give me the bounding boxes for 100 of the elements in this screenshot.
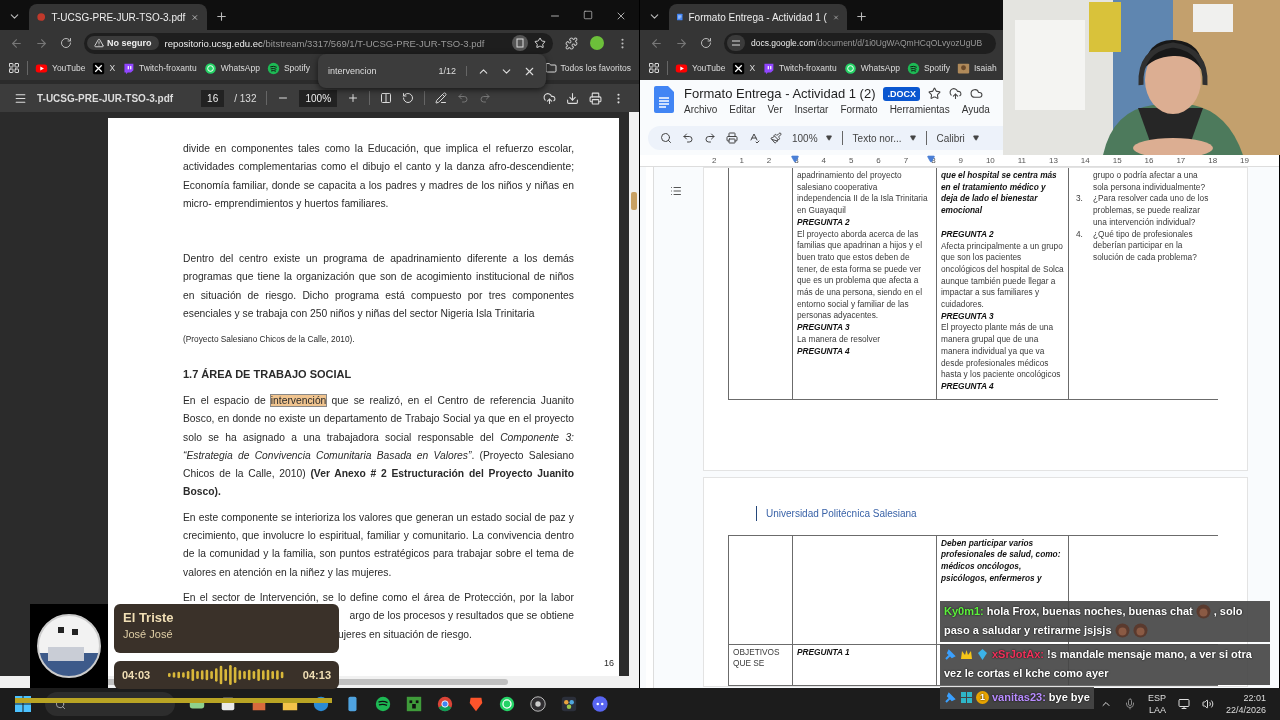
bookmark[interactable]: YouTube — [35, 61, 86, 75]
new-tab-icon[interactable] — [215, 10, 228, 23]
microphone-icon[interactable] — [1123, 698, 1136, 710]
page-header: Universidad Politécnica Salesiana — [756, 505, 1218, 521]
bookmark[interactable]: WhatsApp — [843, 61, 900, 75]
bookmark[interactable]: Isaiah — [956, 61, 997, 75]
menu-item[interactable]: Herramientas — [889, 104, 950, 115]
star-icon[interactable] — [928, 87, 941, 100]
emote-icon — [1195, 604, 1211, 619]
fit-page-icon[interactable] — [380, 92, 393, 104]
elapsed-time: 04:03 — [122, 669, 151, 681]
language-indicator[interactable]: ESP LAA — [1147, 692, 1166, 716]
forward-icon[interactable] — [35, 36, 48, 50]
caret-icon — [972, 135, 979, 141]
apps-icon[interactable] — [8, 62, 20, 74]
font-dropdown[interactable]: Calibri — [936, 132, 979, 144]
taskbar-app-icon[interactable] — [374, 695, 392, 713]
cloud-icon[interactable] — [970, 87, 983, 100]
indent-marker-icon[interactable] — [927, 155, 935, 163]
rotate-icon[interactable] — [402, 92, 415, 104]
maximize-icon[interactable] — [583, 10, 593, 20]
new-tab-icon[interactable] — [855, 10, 868, 23]
chat-text: , solo — [1213, 604, 1243, 619]
move-icon[interactable] — [949, 87, 962, 100]
draw-icon[interactable] — [435, 92, 448, 104]
zoom-dropdown[interactable]: 100% — [792, 132, 832, 144]
bookmark[interactable]: Spotify — [266, 61, 310, 75]
reload-icon[interactable] — [60, 37, 72, 49]
taskbar-app-icon[interactable] — [498, 695, 516, 713]
cell-text: grupo o podría afectar a una sola persona individualmente? — [1092, 170, 1207, 194]
address-field[interactable]: No seguro repositorio.ucsg.edu.ec/bitstream/3317/569/1/T-UCSG-PRE-JUR-TSO-3.pdf — [84, 32, 553, 54]
undo-icon[interactable] — [682, 132, 694, 144]
download-icon[interactable] — [566, 91, 579, 105]
zoom-field[interactable]: 100% — [299, 89, 338, 107]
menu-item[interactable]: Ayuda — [961, 104, 990, 115]
redo-icon[interactable] — [704, 132, 716, 144]
network-icon[interactable] — [1177, 698, 1190, 710]
find-field[interactable]: intervencion 1/12 — [328, 66, 467, 76]
address-field[interactable]: docs.google.com/document/d/1i0UgWAQmHCqOLvyozUgUB — [724, 32, 996, 54]
bookmark[interactable]: Twitch-froxantu — [762, 61, 837, 75]
style-dropdown[interactable]: Texto nor... — [852, 132, 916, 144]
print-icon[interactable] — [726, 132, 738, 144]
bookmark[interactable]: Twitch-froxantu — [122, 61, 197, 75]
search-icon[interactable] — [660, 132, 672, 144]
ruler-number: 14 — [1080, 156, 1090, 165]
close-icon[interactable] — [615, 10, 627, 22]
document-icon — [677, 11, 683, 23]
menu-item[interactable]: Insertar — [794, 104, 829, 115]
indent-marker-icon[interactable] — [791, 155, 799, 163]
page-field[interactable]: 16 — [201, 89, 225, 107]
question-label: PREGUNTA 4 — [797, 345, 851, 358]
document-title[interactable]: Formato Entrega - Actividad 1 (2) — [684, 86, 876, 101]
outline-icon[interactable] — [670, 185, 682, 197]
taskbar-app-icon[interactable] — [529, 695, 547, 713]
pin-icon — [944, 648, 957, 661]
paragraph: ujeres en situación de riesgo. — [337, 627, 473, 642]
section-heading: 1.7 ÁREA DE TRABAJO SOCIAL — [183, 366, 353, 382]
menu-icon[interactable] — [14, 91, 27, 105]
bookmark[interactable]: X — [92, 61, 116, 75]
menu-item[interactable]: Ver — [767, 104, 783, 115]
scrollbar[interactable] — [629, 112, 639, 676]
chat-username: xSrJotAx: — [992, 647, 1044, 662]
sound-waves-icon — [266, 61, 280, 75]
clock[interactable]: 22:01 22/4/2026 — [1225, 692, 1266, 716]
ruler-number: 5 — [848, 156, 854, 165]
bookmark[interactable]: WhatsApp — [203, 61, 260, 75]
print-icon[interactable] — [589, 91, 602, 105]
bookmark-star-icon[interactable] — [534, 37, 546, 49]
menu-item[interactable]: Editar — [729, 104, 756, 115]
spellcheck-icon[interactable] — [748, 132, 760, 144]
reload-icon[interactable] — [700, 37, 712, 49]
extensions-icon[interactable] — [565, 36, 578, 50]
thumbnail-icon — [956, 61, 970, 75]
site-settings-icon[interactable] — [727, 35, 745, 51]
grid-icon — [960, 691, 973, 704]
menu-item[interactable]: Archivo — [684, 104, 718, 115]
question-label: PREGUNTA 3 — [941, 310, 995, 323]
page-number: 16 — [604, 656, 614, 670]
apps-icon[interactable] — [648, 62, 660, 74]
forward-icon[interactable] — [675, 36, 688, 50]
document-icon[interactable] — [512, 35, 528, 51]
security-chip[interactable]: No seguro — [87, 36, 159, 50]
bookmark[interactable]: YouTube — [675, 61, 726, 75]
bookmark[interactable]: X — [732, 61, 756, 75]
bookmark[interactable]: Spotify — [906, 61, 950, 75]
profile-avatar[interactable] — [590, 36, 604, 50]
menu-item[interactable]: Formato — [840, 104, 878, 115]
taskbar-app-icon[interactable] — [591, 695, 609, 713]
browser-tab[interactable]: Formato Entrega - Actividad 1 ( — [669, 4, 847, 30]
back-icon[interactable] — [650, 36, 663, 50]
save-to-drive-icon[interactable] — [543, 91, 556, 105]
taskbar-app-icon[interactable] — [436, 695, 454, 713]
docs-logo-icon[interactable] — [654, 86, 674, 113]
zoom-in-icon[interactable] — [347, 92, 360, 104]
all-bookmarks-button[interactable]: Todos los favoritos — [544, 62, 631, 74]
taskbar-app-icon[interactable] — [560, 695, 578, 713]
paint-format-icon[interactable] — [770, 132, 782, 144]
back-icon[interactable] — [10, 36, 23, 50]
browser-tab[interactable]: T-UCSG-PRE-JUR-TSO-3.pdf — [29, 4, 207, 30]
volume-icon[interactable] — [1201, 698, 1214, 710]
